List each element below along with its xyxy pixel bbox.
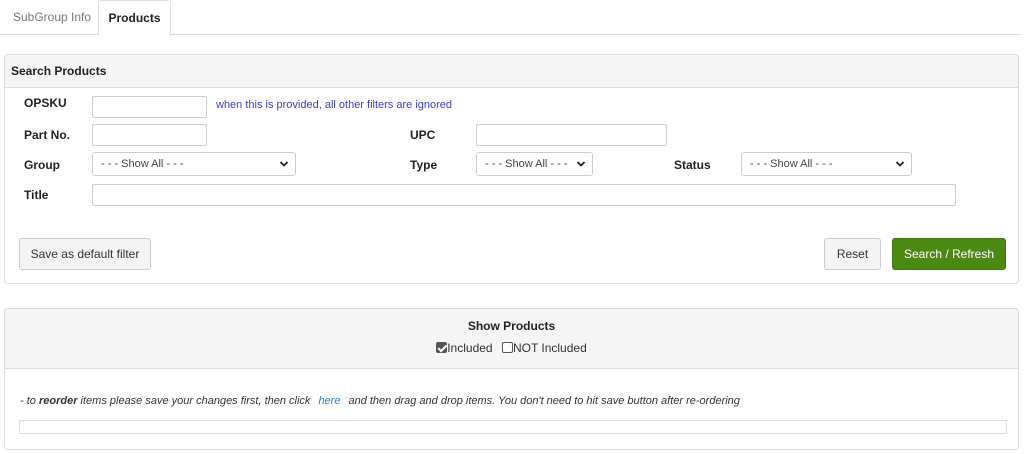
group-select-value: - - - Show All - - - (101, 158, 184, 170)
reorder-prefix: - to (20, 395, 39, 407)
reorder-bold: reorder (38, 395, 78, 407)
status-select[interactable]: - - - Show All - - - (741, 152, 912, 176)
product-list-container (19, 420, 1007, 434)
search-panel-title: Search Products (5, 55, 1018, 88)
type-select-value: - - - Show All - - - (485, 158, 568, 170)
reorder-here-link[interactable]: here (318, 395, 340, 407)
status-label: Status (674, 158, 711, 172)
show-products-header: Show Products Included NOT Included (5, 309, 1018, 369)
included-option[interactable]: Included (436, 341, 493, 355)
part-no-input[interactable] (92, 124, 207, 146)
tab-products[interactable]: Products (98, 0, 171, 36)
reorder-instructions: - to reorder items please save your chan… (20, 395, 740, 407)
included-label: Included (447, 341, 493, 355)
chevron-down-icon (576, 161, 586, 167)
chevron-down-icon (895, 161, 905, 167)
type-select[interactable]: - - - Show All - - - (476, 152, 593, 176)
checkbox-unchecked-icon[interactable] (501, 342, 513, 353)
search-products-panel: Search Products OPSKU when this is provi… (4, 54, 1019, 284)
upc-input[interactable] (476, 124, 667, 146)
title-label: Title (24, 188, 49, 202)
save-default-filter-button[interactable]: Save as default filter (19, 238, 151, 270)
not-included-option[interactable]: NOT Included (501, 341, 587, 355)
title-input[interactable] (92, 184, 956, 206)
show-products-options: Included NOT Included (5, 341, 1018, 355)
group-select[interactable]: - - - Show All - - - (92, 152, 296, 176)
part-no-label: Part No. (24, 128, 71, 142)
show-products-panel: Show Products Included NOT Included - to… (4, 308, 1019, 450)
show-products-title: Show Products (467, 319, 556, 333)
reset-button[interactable]: Reset (824, 238, 881, 270)
tab-bar: SubGroup Info Products (0, 0, 1020, 36)
opsku-hint: when this is provided, all other filters… (216, 99, 453, 111)
chevron-down-icon (279, 161, 289, 167)
reorder-suffix: and then drag and drop items. You don't … (348, 395, 740, 407)
checkbox-checked-icon[interactable] (436, 342, 448, 353)
not-included-label: NOT Included (512, 341, 587, 355)
upc-label: UPC (410, 128, 436, 142)
opsku-input[interactable] (92, 96, 207, 118)
reorder-middle: items please save your changes first, th… (77, 395, 311, 407)
status-select-value: - - - Show All - - - (750, 158, 833, 170)
type-label: Type (410, 158, 438, 172)
group-label: Group (24, 158, 60, 172)
tab-subgroup-info[interactable]: SubGroup Info (1, 0, 103, 35)
opsku-label: OPSKU (24, 96, 67, 110)
search-refresh-button[interactable]: Search / Refresh (892, 238, 1006, 270)
